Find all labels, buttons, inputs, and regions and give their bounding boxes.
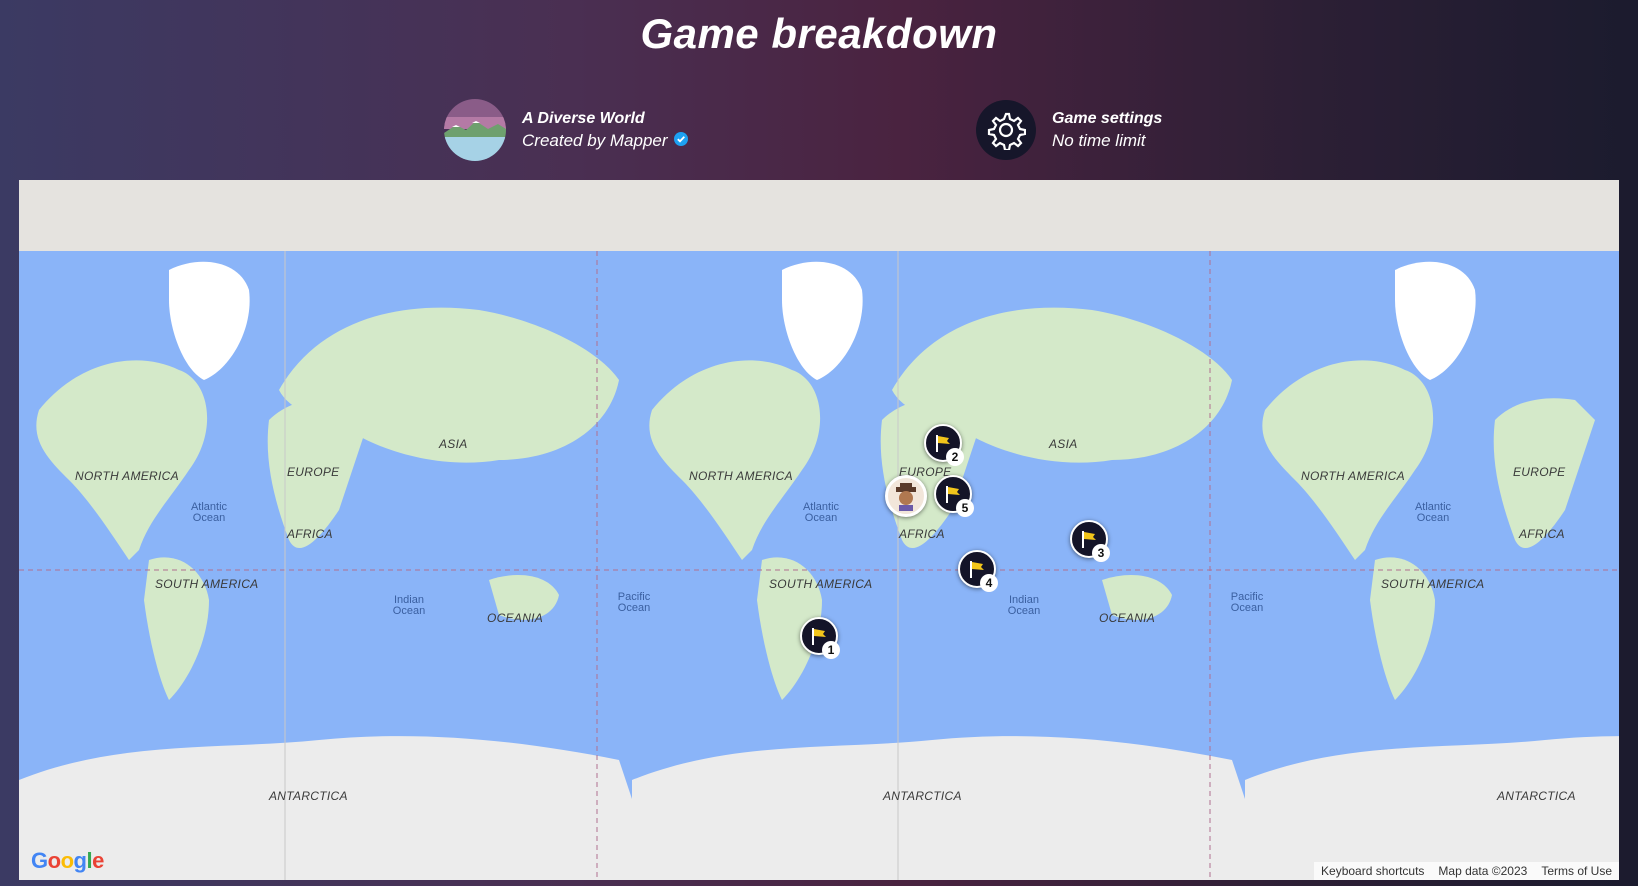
terms-of-use-link[interactable]: Terms of Use: [1534, 862, 1619, 880]
label-europe: EUROPE: [287, 465, 340, 479]
label-north-america: NORTH AMERICA: [1301, 469, 1405, 483]
label-oceania: OCEANIA: [487, 611, 544, 625]
label-north-america: NORTH AMERICA: [689, 469, 793, 483]
label-south-america: SOUTH AMERICA: [1381, 577, 1485, 591]
player-avatar-icon[interactable]: [885, 475, 927, 517]
label-atlantic-ocean: Atlantic Ocean: [802, 501, 840, 524]
round-number: 1: [822, 641, 840, 659]
label-oceania: OCEANIA: [1099, 611, 1156, 625]
label-atlantic-ocean: Atlantic Ocean: [1414, 501, 1452, 524]
round-number: 2: [946, 448, 964, 466]
gear-icon: [976, 100, 1036, 160]
round-marker-1[interactable]: 1: [800, 617, 840, 659]
map-thumbnail: [444, 99, 506, 161]
map-data-text: Map data ©2023: [1431, 862, 1535, 880]
label-antarctica: ANTARCTICA: [883, 789, 962, 803]
label-africa: AFRICA: [899, 527, 945, 541]
map-attribution: Keyboard shortcuts Map data ©2023 Terms …: [1314, 862, 1619, 880]
game-settings-info: Game settings No time limit: [976, 99, 1162, 161]
label-africa: AFRICA: [287, 527, 333, 541]
round-marker-4[interactable]: 4: [958, 550, 998, 592]
google-logo[interactable]: Google: [31, 848, 104, 874]
label-asia: ASIA: [439, 437, 468, 451]
label-africa: AFRICA: [1519, 527, 1565, 541]
label-asia: ASIA: [1049, 437, 1078, 451]
round-number: 3: [1092, 544, 1110, 562]
label-indian-ocean: Indian Ocean: [392, 594, 426, 617]
label-antarctica: ANTARCTICA: [269, 789, 348, 803]
map-name[interactable]: A Diverse World: [522, 108, 688, 130]
label-europe: EUROPE: [1513, 465, 1566, 479]
round-number: 4: [980, 574, 998, 592]
label-pacific-ocean: Pacific Ocean: [617, 591, 651, 614]
map-creator: Created by Mapper: [522, 131, 668, 150]
label-south-america: SOUTH AMERICA: [155, 577, 259, 591]
settings-title: Game settings: [1052, 110, 1163, 127]
world-map[interactable]: NORTH AMERICA EUROPE ASIA AFRICA SOUTH A…: [19, 180, 1619, 880]
round-marker-2[interactable]: 2: [924, 424, 964, 466]
verified-icon: [673, 130, 688, 152]
settings-value: No time limit: [1052, 131, 1146, 150]
round-marker-3[interactable]: 3: [1070, 520, 1110, 562]
round-marker-5[interactable]: 5: [934, 475, 974, 517]
page-title: Game breakdown: [640, 10, 998, 57]
label-antarctica: ANTARCTICA: [1497, 789, 1576, 803]
label-north-america: NORTH AMERICA: [75, 469, 179, 483]
label-pacific-ocean: Pacific Ocean: [1230, 591, 1264, 614]
label-south-america: SOUTH AMERICA: [769, 577, 873, 591]
map-canvas[interactable]: [19, 180, 1619, 880]
keyboard-shortcuts-link[interactable]: Keyboard shortcuts: [1314, 862, 1432, 880]
round-number: 5: [956, 499, 974, 517]
map-creator-line: Created by Mapper: [522, 130, 688, 152]
label-atlantic-ocean: Atlantic Ocean: [190, 501, 228, 524]
map-info[interactable]: A Diverse World Created by Mapper: [444, 99, 688, 161]
label-indian-ocean: Indian Ocean: [1007, 594, 1041, 617]
